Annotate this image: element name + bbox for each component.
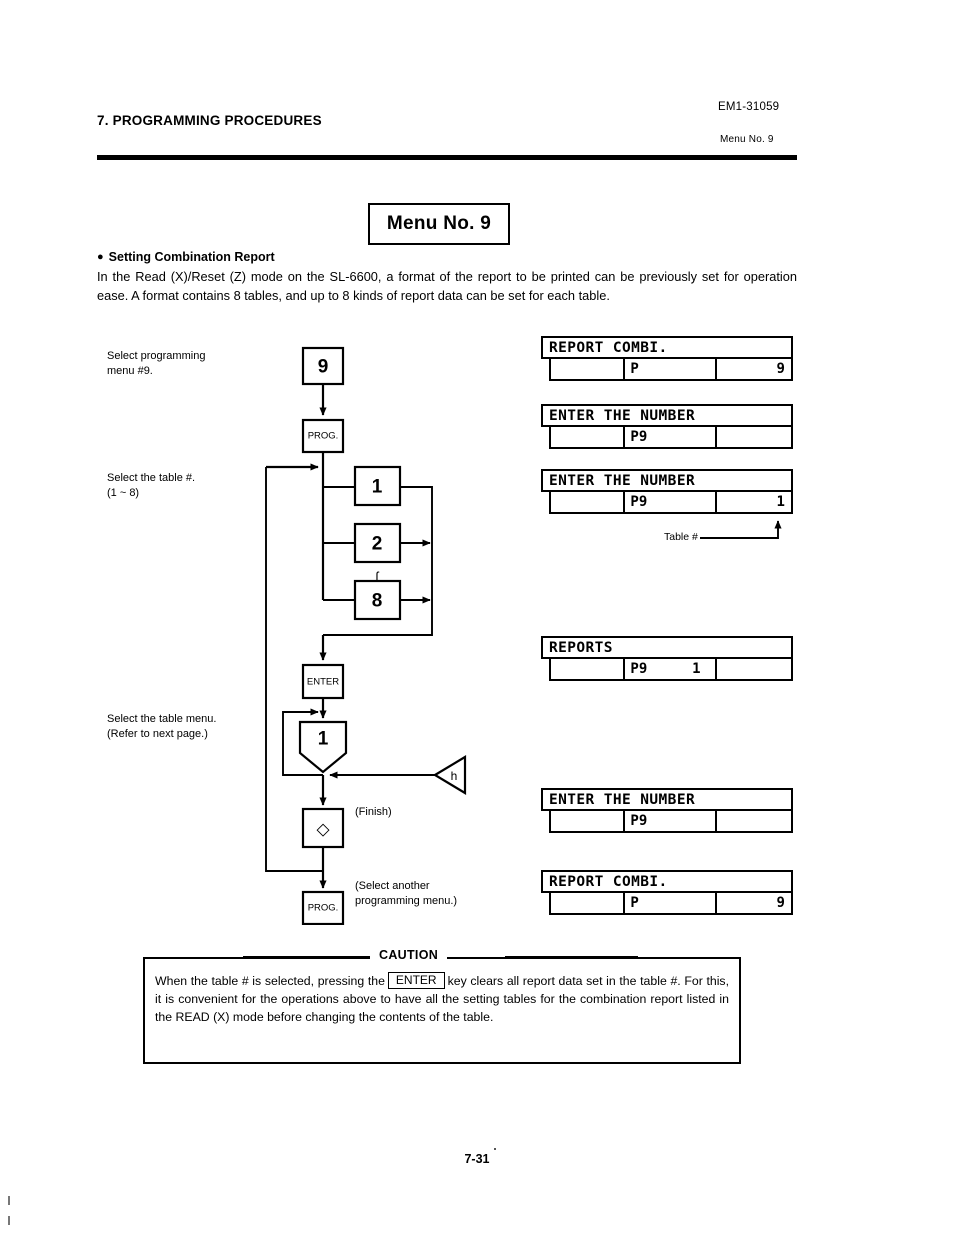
display-enter-number-final: ENTER THE NUMBER P9 bbox=[541, 788, 793, 833]
scan-edge-mark bbox=[8, 1196, 10, 1205]
display-reports: REPORTS P9 1 bbox=[541, 636, 793, 681]
document-page: 7. PROGRAMMING PROCEDURES EM1-31059 Menu… bbox=[0, 0, 954, 1235]
display-cell-mid-left: P bbox=[630, 361, 639, 377]
note-select-another-menu: (Select another programming menu.) bbox=[355, 880, 458, 907]
flow-node-h-label: h bbox=[451, 769, 458, 783]
display-cell-right bbox=[717, 811, 791, 831]
flow-node-table-1-label: 1 bbox=[372, 477, 383, 498]
display-cell-mid: P bbox=[625, 893, 717, 913]
diamond-icon: ◇ bbox=[316, 820, 330, 839]
page-number: 7-31 bbox=[464, 1152, 490, 1166]
display-value-row: P 9 bbox=[549, 893, 793, 915]
display-cell-right: 1 bbox=[776, 494, 785, 510]
display-cell-left bbox=[551, 492, 626, 512]
flow-node-table-8-label: 8 bbox=[372, 591, 383, 612]
display-title-row: REPORTS bbox=[541, 636, 793, 659]
display-cell-mid: P9 bbox=[625, 492, 717, 512]
display-value-row: P 9 bbox=[549, 359, 793, 381]
scan-edge-mark bbox=[8, 1216, 10, 1225]
display-title: ENTER THE NUMBER bbox=[549, 472, 696, 489]
display-enter-number-blank: ENTER THE NUMBER P9 bbox=[541, 404, 793, 449]
display-cell-mid-left: P9 bbox=[630, 661, 648, 677]
menu-title-box: Menu No. 9 bbox=[368, 203, 510, 245]
display-title: REPORT COMBI. bbox=[549, 339, 668, 356]
display-cell-right: 9 bbox=[776, 361, 785, 377]
display-title-row: REPORT COMBI. bbox=[541, 870, 793, 893]
programming-flowchart: 9 PROG. 1 2 ʃ 8 ENTER 1 h ◇ PROG. bbox=[265, 346, 467, 925]
display-cell-left bbox=[551, 359, 626, 379]
display-value-row: P9 1 bbox=[549, 492, 793, 514]
menu-title-label: Menu No. 9 bbox=[386, 213, 492, 234]
flow-node-table-2-label: 2 bbox=[372, 534, 383, 555]
display-value-row: P9 bbox=[549, 427, 793, 449]
label-select-table-menu: Select the table menu. (Refer to next pa… bbox=[107, 713, 217, 740]
table-number-callout-leader bbox=[700, 520, 782, 539]
note-finish: (Finish) bbox=[355, 806, 392, 818]
caution-text-before: When the table # is selected, pressing t… bbox=[155, 974, 385, 988]
label-select-table-number: Select the table #. (1 ~ 8) bbox=[107, 472, 196, 499]
display-report-combi-initial: REPORT COMBI. P 9 bbox=[541, 336, 793, 381]
document-code: EM1-31059 bbox=[718, 101, 780, 113]
display-cell-mid: P9 1 bbox=[625, 659, 717, 679]
display-title-row: ENTER THE NUMBER bbox=[541, 469, 793, 492]
label-select-programming-menu: Select programming menu #9. bbox=[107, 350, 206, 377]
display-enter-number-table: ENTER THE NUMBER P9 1 bbox=[541, 469, 793, 514]
section-heading-label: Setting Combination Report bbox=[108, 250, 275, 264]
scan-artifact-dot bbox=[494, 1148, 496, 1150]
caution-rule-right bbox=[505, 956, 638, 958]
display-cell-mid: P bbox=[625, 359, 717, 379]
section-body-text: In the Read (X)/Reset (Z) mode on the SL… bbox=[97, 269, 797, 303]
display-value-row: P9 1 bbox=[549, 659, 793, 681]
flow-node-9-label: 9 bbox=[318, 357, 329, 378]
display-title-row: ENTER THE NUMBER bbox=[541, 404, 793, 427]
display-cell-mid-left: P9 bbox=[630, 494, 648, 510]
display-cell-mid-left: P9 bbox=[630, 429, 648, 445]
flow-node-table-menu-label: 1 bbox=[318, 729, 329, 750]
caution-legend: CAUTION bbox=[370, 948, 448, 962]
display-cell-mid-right: 1 bbox=[692, 661, 701, 677]
section-heading: ● Setting Combination Report bbox=[97, 250, 275, 264]
display-cell-mid: P9 bbox=[625, 811, 717, 831]
display-cell-right: 9 bbox=[776, 895, 785, 911]
display-title: REPORT COMBI. bbox=[549, 873, 668, 890]
caution-text: When the table # is selected, pressing t… bbox=[155, 972, 729, 1026]
bullet-icon: ● bbox=[97, 251, 104, 263]
display-title: ENTER THE NUMBER bbox=[549, 791, 696, 808]
display-title-row: ENTER THE NUMBER bbox=[541, 788, 793, 811]
display-title: REPORTS bbox=[549, 639, 613, 656]
header-menu-reference: Menu No. 9 bbox=[720, 134, 774, 145]
chapter-title: 7. PROGRAMMING PROCEDURES bbox=[97, 113, 322, 128]
enter-key-glyph: ENTER bbox=[387, 972, 445, 989]
flow-node-enter-label: ENTER bbox=[307, 677, 339, 688]
display-cell-mid-left: P bbox=[630, 895, 639, 911]
flow-node-prog-bottom-label: PROG. bbox=[308, 903, 339, 914]
caution-rule-left bbox=[243, 956, 370, 958]
display-cell-left bbox=[551, 811, 626, 831]
display-cell-mid-left: P9 bbox=[630, 813, 648, 829]
display-report-combi-final: REPORT COMBI. P 9 bbox=[541, 870, 793, 915]
display-cell-right bbox=[717, 659, 791, 679]
display-cell-right bbox=[717, 427, 791, 447]
display-cell-left bbox=[551, 893, 626, 913]
display-title-row: REPORT COMBI. bbox=[541, 336, 793, 359]
display-cell-left bbox=[551, 427, 626, 447]
display-value-row: P9 bbox=[549, 811, 793, 833]
display-cell-left bbox=[551, 659, 626, 679]
display-cell-mid: P9 bbox=[625, 427, 717, 447]
display-title: ENTER THE NUMBER bbox=[549, 407, 696, 424]
table-number-callout-label: Table # bbox=[664, 531, 698, 543]
flow-node-prog-top-label: PROG. bbox=[308, 431, 339, 442]
header-divider bbox=[97, 155, 797, 160]
